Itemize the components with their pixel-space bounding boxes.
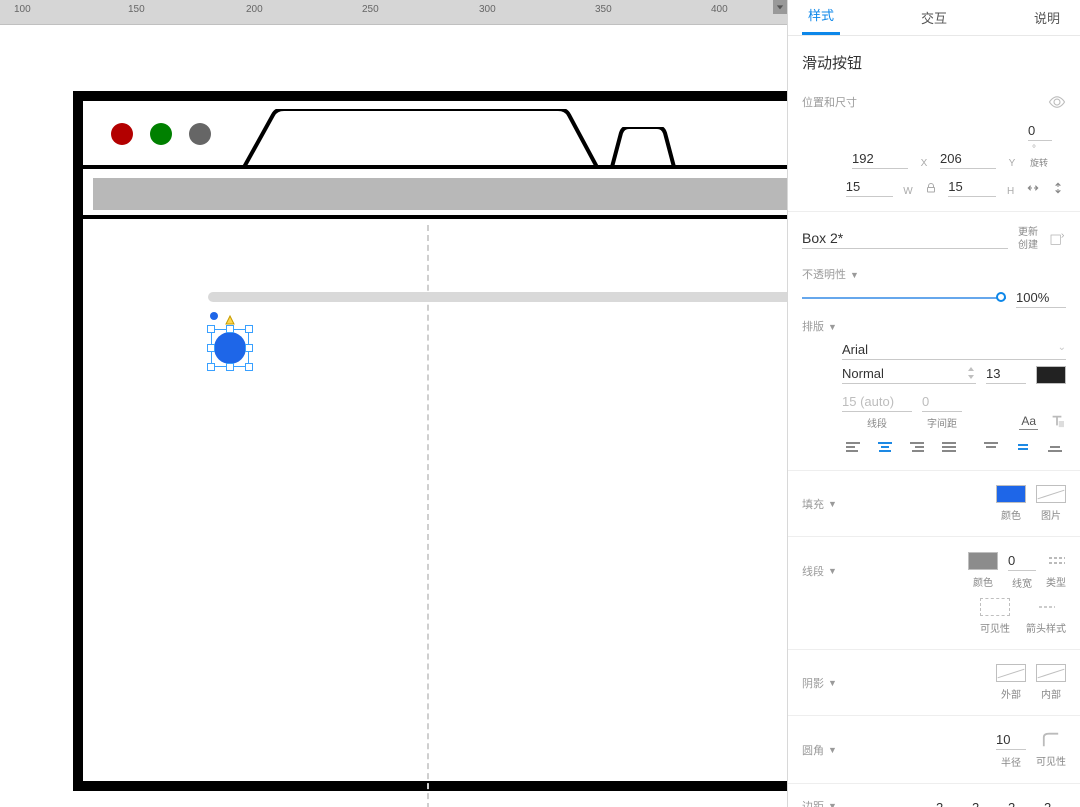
- font-weight-select[interactable]: Normal: [842, 364, 976, 384]
- resize-handle-w[interactable]: [207, 344, 215, 352]
- ruler-tick: 200: [246, 4, 263, 15]
- text-options-icon[interactable]: [1048, 412, 1066, 430]
- component-name[interactable]: Box 2*: [802, 230, 1008, 249]
- padding-left-input[interactable]: [936, 798, 958, 807]
- padding-top-input[interactable]: [972, 798, 994, 807]
- flip-h-icon[interactable]: [1026, 179, 1041, 197]
- fill-color-swatch[interactable]: [996, 485, 1026, 503]
- shadow-outer-swatch[interactable]: [996, 664, 1026, 682]
- label-rotation: 旋转: [1028, 158, 1048, 168]
- font-family-select[interactable]: Arial⌄: [842, 340, 1066, 360]
- padding-right-input[interactable]: [1008, 798, 1030, 807]
- slider-track-widget[interactable]: [208, 292, 787, 302]
- line-visibility-icon[interactable]: [980, 598, 1010, 616]
- align-center-button[interactable]: [874, 438, 896, 456]
- resize-handle-nw[interactable]: [207, 325, 215, 333]
- browser-address-bar: [83, 169, 787, 219]
- ruler-tick: 100: [14, 4, 31, 15]
- font-size-input[interactable]: [986, 364, 1026, 384]
- main-canvas-area: 100 150 200 250 300 350 400: [0, 0, 787, 807]
- line-color-swatch[interactable]: [968, 552, 998, 570]
- input-width[interactable]: [846, 177, 893, 197]
- inspector-tabs: 样式 交互 说明: [788, 0, 1080, 36]
- opacity-slider[interactable]: [802, 296, 1006, 300]
- section-corner[interactable]: 圆角▼: [802, 742, 837, 758]
- traffic-light-max-icon: [189, 123, 211, 145]
- lineheight-input[interactable]: [842, 392, 912, 412]
- slider-thumb-widget[interactable]: [214, 332, 246, 364]
- component-settings-icon[interactable]: [1048, 230, 1066, 248]
- ruler-tick: 150: [128, 4, 145, 15]
- section-line[interactable]: 线段▼: [802, 563, 837, 579]
- label-x: X: [918, 158, 930, 169]
- section-shadow[interactable]: 阴影▼: [802, 675, 837, 691]
- corner-visibility-icon[interactable]: [1042, 731, 1060, 749]
- section-position-size[interactable]: 位置和尺寸: [802, 83, 1066, 117]
- traffic-light-close-icon: [111, 123, 133, 145]
- valign-middle-button[interactable]: [1012, 438, 1034, 456]
- text-transform-button[interactable]: Aa: [1019, 414, 1038, 430]
- section-typography[interactable]: 排版▼: [802, 308, 1066, 340]
- input-y[interactable]: [940, 149, 996, 169]
- label-y: Y: [1006, 158, 1018, 169]
- opacity-input[interactable]: [1016, 288, 1066, 308]
- align-left-button[interactable]: [842, 438, 864, 456]
- line-width-input[interactable]: [1008, 551, 1036, 571]
- align-right-button[interactable]: [906, 438, 928, 456]
- browser-tab-icon: [238, 109, 598, 169]
- valign-top-button[interactable]: [980, 438, 1002, 456]
- label-w: W: [903, 186, 913, 197]
- ruler-tick: 350: [595, 4, 612, 15]
- letterspacing-input[interactable]: [922, 392, 962, 412]
- resize-handle-se[interactable]: [245, 363, 253, 371]
- tab-interaction[interactable]: 交互: [915, 0, 953, 35]
- shadow-inner-swatch[interactable]: [1036, 664, 1066, 682]
- resize-handle-e[interactable]: [245, 344, 253, 352]
- selected-element[interactable]: [211, 329, 249, 367]
- browser-address-input[interactable]: [93, 178, 787, 210]
- fill-image-swatch[interactable]: [1036, 485, 1066, 503]
- design-canvas[interactable]: [0, 25, 787, 807]
- input-height[interactable]: [948, 177, 995, 197]
- input-x[interactable]: [852, 149, 908, 169]
- ruler-menu-dropdown[interactable]: [773, 0, 787, 14]
- padding-bottom-input[interactable]: [1044, 798, 1066, 807]
- tab-style[interactable]: 样式: [802, 0, 840, 35]
- ruler-tick: 400: [711, 4, 728, 15]
- lock-aspect-icon[interactable]: [923, 179, 938, 197]
- widget-title: 滑动按钮: [802, 36, 1066, 83]
- section-padding[interactable]: 边距▼: [802, 798, 837, 807]
- browser-content: [83, 219, 787, 807]
- resize-handle-s[interactable]: [226, 363, 234, 371]
- update-create-link[interactable]: 更新创建: [1018, 226, 1038, 252]
- align-justify-button[interactable]: [938, 438, 960, 456]
- inspector-body: 滑动按钮 位置和尺寸 X Y ° 旋转 W H: [788, 36, 1080, 807]
- resize-handle-ne[interactable]: [245, 325, 253, 333]
- flip-v-icon[interactable]: [1051, 179, 1066, 197]
- ruler-tick: 300: [479, 4, 496, 15]
- corner-radius-input[interactable]: [996, 730, 1026, 750]
- browser-frame-widget[interactable]: [73, 91, 787, 791]
- ruler-tick: 250: [362, 4, 379, 15]
- section-fill[interactable]: 填充▼: [802, 496, 837, 512]
- inspector-panel: 样式 交互 说明 滑动按钮 位置和尺寸 X Y ° 旋转 W: [787, 0, 1080, 807]
- connection-point-icon[interactable]: [210, 312, 218, 320]
- valign-bottom-button[interactable]: [1044, 438, 1066, 456]
- input-rotation[interactable]: [1028, 121, 1052, 141]
- tab-description[interactable]: 说明: [1028, 0, 1066, 35]
- resize-handle-n[interactable]: [226, 325, 234, 333]
- resize-handle-sw[interactable]: [207, 363, 215, 371]
- traffic-light-min-icon: [150, 123, 172, 145]
- browser-newtab-icon: [609, 127, 677, 167]
- line-type-icon[interactable]: [1047, 552, 1065, 570]
- canvas-guide-vertical: [427, 225, 429, 807]
- section-opacity[interactable]: 不透明性▼: [802, 256, 1066, 288]
- horizontal-ruler: 100 150 200 250 300 350 400: [0, 0, 787, 25]
- arrow-style-icon[interactable]: [1037, 598, 1055, 616]
- font-color-swatch[interactable]: [1036, 366, 1066, 384]
- visibility-toggle-icon[interactable]: [1048, 93, 1066, 111]
- browser-tab-bar: [83, 101, 787, 169]
- label-h: H: [1006, 186, 1016, 197]
